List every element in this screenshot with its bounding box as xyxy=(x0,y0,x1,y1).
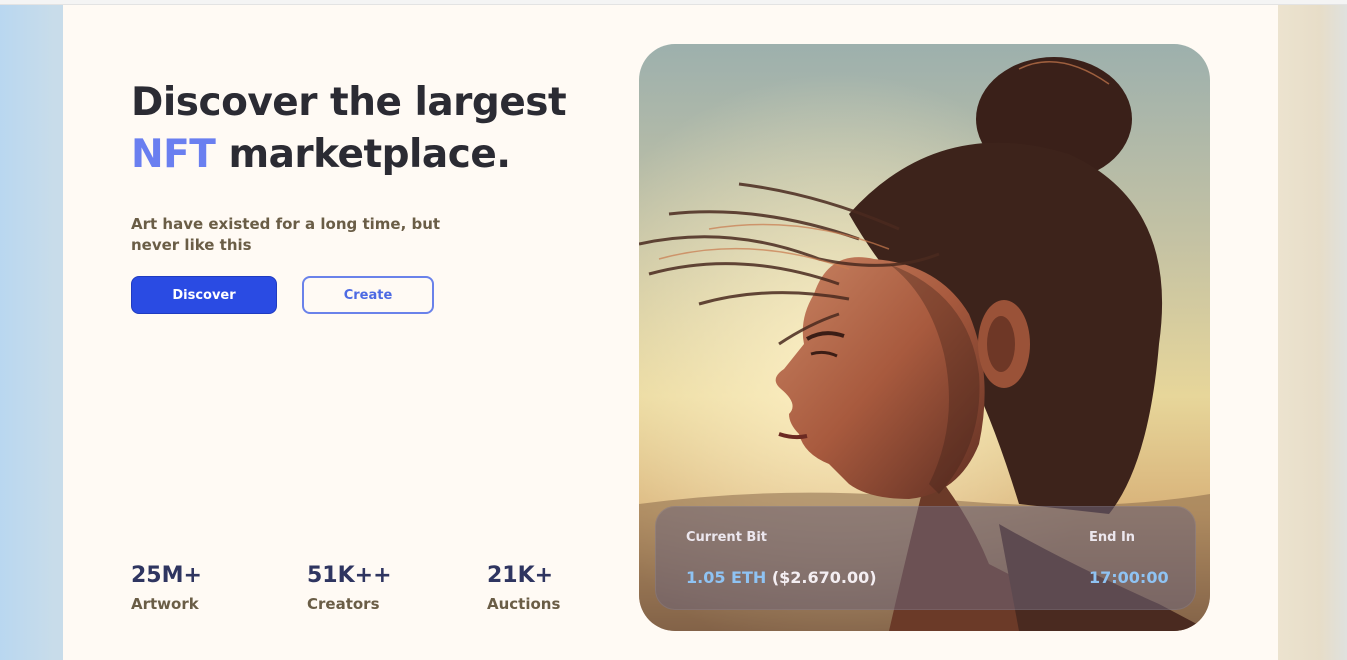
end-time-value: 17:00:00 xyxy=(1089,568,1169,587)
stat-label: Auctions xyxy=(487,595,561,613)
bid-usd: ($2.670.00) xyxy=(766,568,877,587)
bid-eth: 1.05 ETH xyxy=(686,568,767,587)
stat-label: Creators xyxy=(307,595,380,613)
discover-button[interactable]: Discover xyxy=(131,276,277,314)
headline-rest: marketplace. xyxy=(215,132,511,177)
current-bid-value: 1.05 ETH ($2.670.00) xyxy=(686,568,877,587)
background-strip xyxy=(1278,5,1347,660)
stat-value: 25M+ xyxy=(131,563,202,588)
headline-line1: Discover the largest xyxy=(131,80,567,125)
stat-artwork: 25M+ Artwork xyxy=(131,563,202,615)
stat-value: 51K++ xyxy=(307,563,392,588)
stat-label: Artwork xyxy=(131,595,199,613)
stat-auctions: 21K+ Auctions xyxy=(487,563,560,615)
current-bid-label: Current Bit xyxy=(686,530,768,545)
featured-artwork[interactable]: Current Bit 1.05 ETH ($2.670.00) End In … xyxy=(639,44,1210,631)
headline-accent: NFT xyxy=(131,132,216,177)
stat-creators: 51K++ Creators xyxy=(307,563,392,615)
create-button[interactable]: Create xyxy=(302,276,434,314)
end-in-label: End In xyxy=(1089,530,1136,545)
hero-headline: Discover the largest NFT marketplace. xyxy=(131,77,567,181)
bid-info-card: Current Bit 1.05 ETH ($2.670.00) End In … xyxy=(655,506,1196,610)
hero-subtitle: Art have existed for a long time, but ne… xyxy=(131,215,441,254)
hero-panel: Discover the largest NFT marketplace. Ar… xyxy=(63,5,1278,660)
stat-value: 21K+ xyxy=(487,563,554,588)
